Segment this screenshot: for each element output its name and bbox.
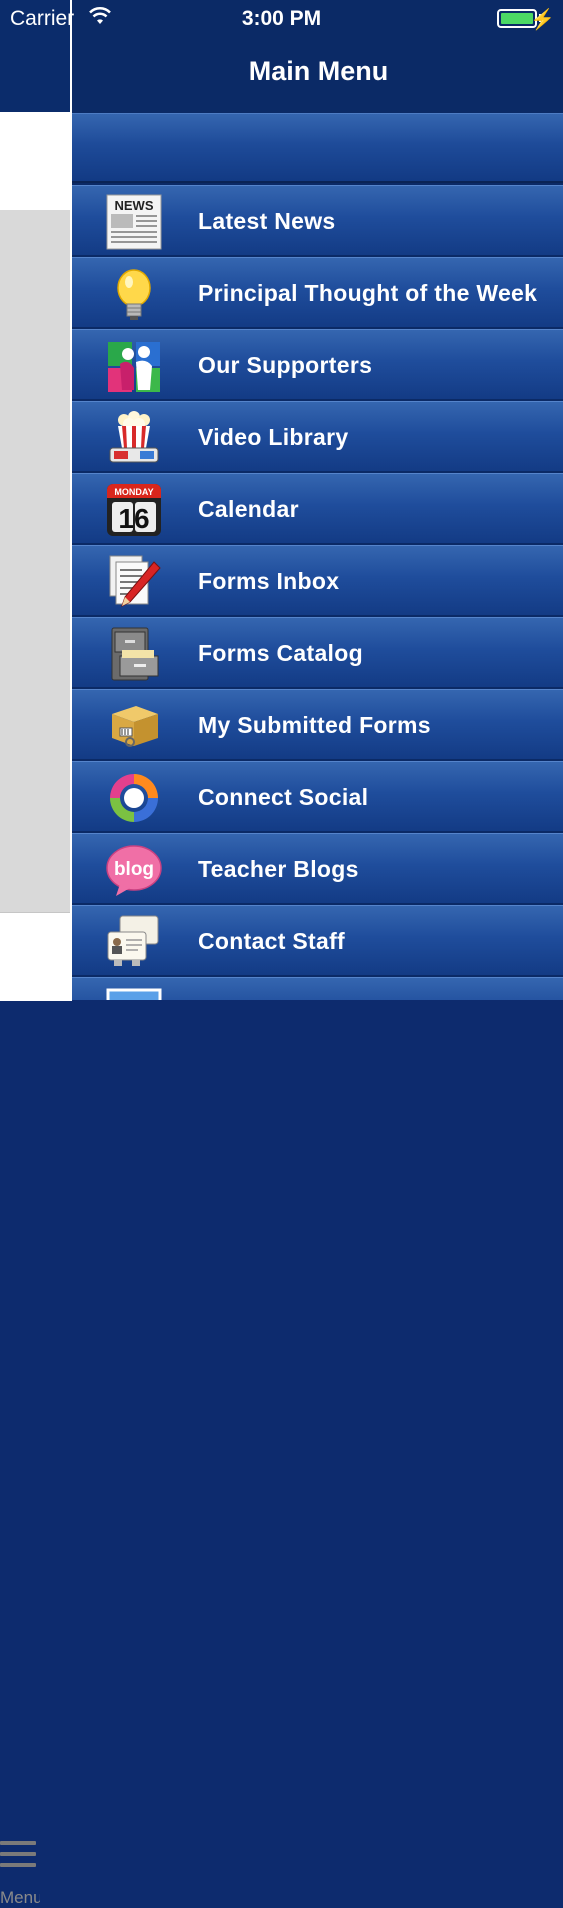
status-bar: Carrier 3:00 PM ⚡ bbox=[0, 0, 563, 38]
calendar-icon: MONDAY 16 bbox=[106, 482, 162, 538]
main-menu-list: NEWS Latest News Principal Thought of th… bbox=[72, 185, 563, 1000]
calendar-day-text: 16 bbox=[118, 503, 149, 534]
menu-item-forms-inbox[interactable]: Forms Inbox bbox=[72, 545, 563, 615]
menu-item-label: Teacher Blogs bbox=[198, 855, 359, 882]
blog-icon: blog bbox=[106, 842, 162, 898]
menu-item-calendar[interactable]: MONDAY 16 Calendar bbox=[72, 473, 563, 543]
menu-item-label: Video Library bbox=[198, 423, 349, 450]
background-content bbox=[0, 112, 72, 210]
menu-item-teacher-blogs[interactable]: blog Teacher Blogs bbox=[72, 833, 563, 903]
popcorn-icon bbox=[106, 410, 162, 466]
supporters-icon bbox=[106, 338, 162, 394]
menu-item-our-supporters[interactable]: Our Supporters bbox=[72, 329, 563, 399]
charging-bolt-icon: ⚡ bbox=[530, 9, 555, 31]
lightbulb-icon bbox=[106, 266, 162, 322]
menu-item-connect-social[interactable]: Connect Social bbox=[72, 761, 563, 831]
blog-icon-text: blog bbox=[114, 859, 154, 880]
menu-item-latest-news[interactable]: NEWS Latest News bbox=[72, 185, 563, 255]
menu-item-label: Principal Thought of the Week bbox=[198, 279, 538, 306]
page-title: Main Menu bbox=[248, 56, 389, 86]
calendar-month-text: MONDAY bbox=[114, 487, 153, 497]
menu-item-partial[interactable] bbox=[72, 977, 563, 1000]
hamburger-menu-icon[interactable] bbox=[0, 1841, 36, 1875]
menu-item-label bbox=[198, 978, 545, 1000]
status-time: 3:00 PM bbox=[241, 7, 322, 30]
svg-text:NEWS: NEWS bbox=[115, 198, 154, 213]
side-drawer: Main Menu NEWS Latest News Principal Tho… bbox=[70, 0, 563, 1000]
menu-item-label: Contact Staff bbox=[198, 927, 346, 954]
menu-item-label: Forms Inbox bbox=[198, 567, 340, 594]
menu-item-label: Our Supporters bbox=[198, 351, 373, 378]
menu-header-row bbox=[72, 113, 563, 183]
file-cabinet-icon bbox=[106, 626, 162, 682]
menu-item-my-submitted-forms[interactable]: My Submitted Forms bbox=[72, 689, 563, 759]
forms-pen-icon bbox=[106, 554, 162, 610]
menu-item-principal-thought[interactable]: Principal Thought of the Week bbox=[72, 257, 563, 327]
menu-tab-label[interactable]: Menu bbox=[0, 1888, 40, 1908]
menu-item-label: Forms Catalog bbox=[198, 639, 363, 666]
menu-item-label: Connect Social bbox=[198, 783, 369, 810]
contact-cards-icon bbox=[106, 914, 162, 970]
menu-item-label: Calendar bbox=[198, 495, 299, 522]
photo-icon bbox=[106, 986, 162, 1000]
newspaper-icon: NEWS bbox=[106, 194, 162, 250]
menu-item-forms-catalog[interactable]: Forms Catalog bbox=[72, 617, 563, 687]
menu-item-video-library[interactable]: Video Library bbox=[72, 401, 563, 471]
menu-item-contact-staff[interactable]: Contact Staff bbox=[72, 905, 563, 975]
background-app: Menu bbox=[0, 0, 72, 1907]
menu-item-label: My Submitted Forms bbox=[198, 711, 431, 738]
background-tab-bar[interactable]: Menu bbox=[0, 912, 72, 1907]
package-icon bbox=[106, 698, 162, 754]
social-cycle-icon bbox=[106, 770, 162, 826]
menu-item-label: Latest News bbox=[198, 207, 336, 234]
